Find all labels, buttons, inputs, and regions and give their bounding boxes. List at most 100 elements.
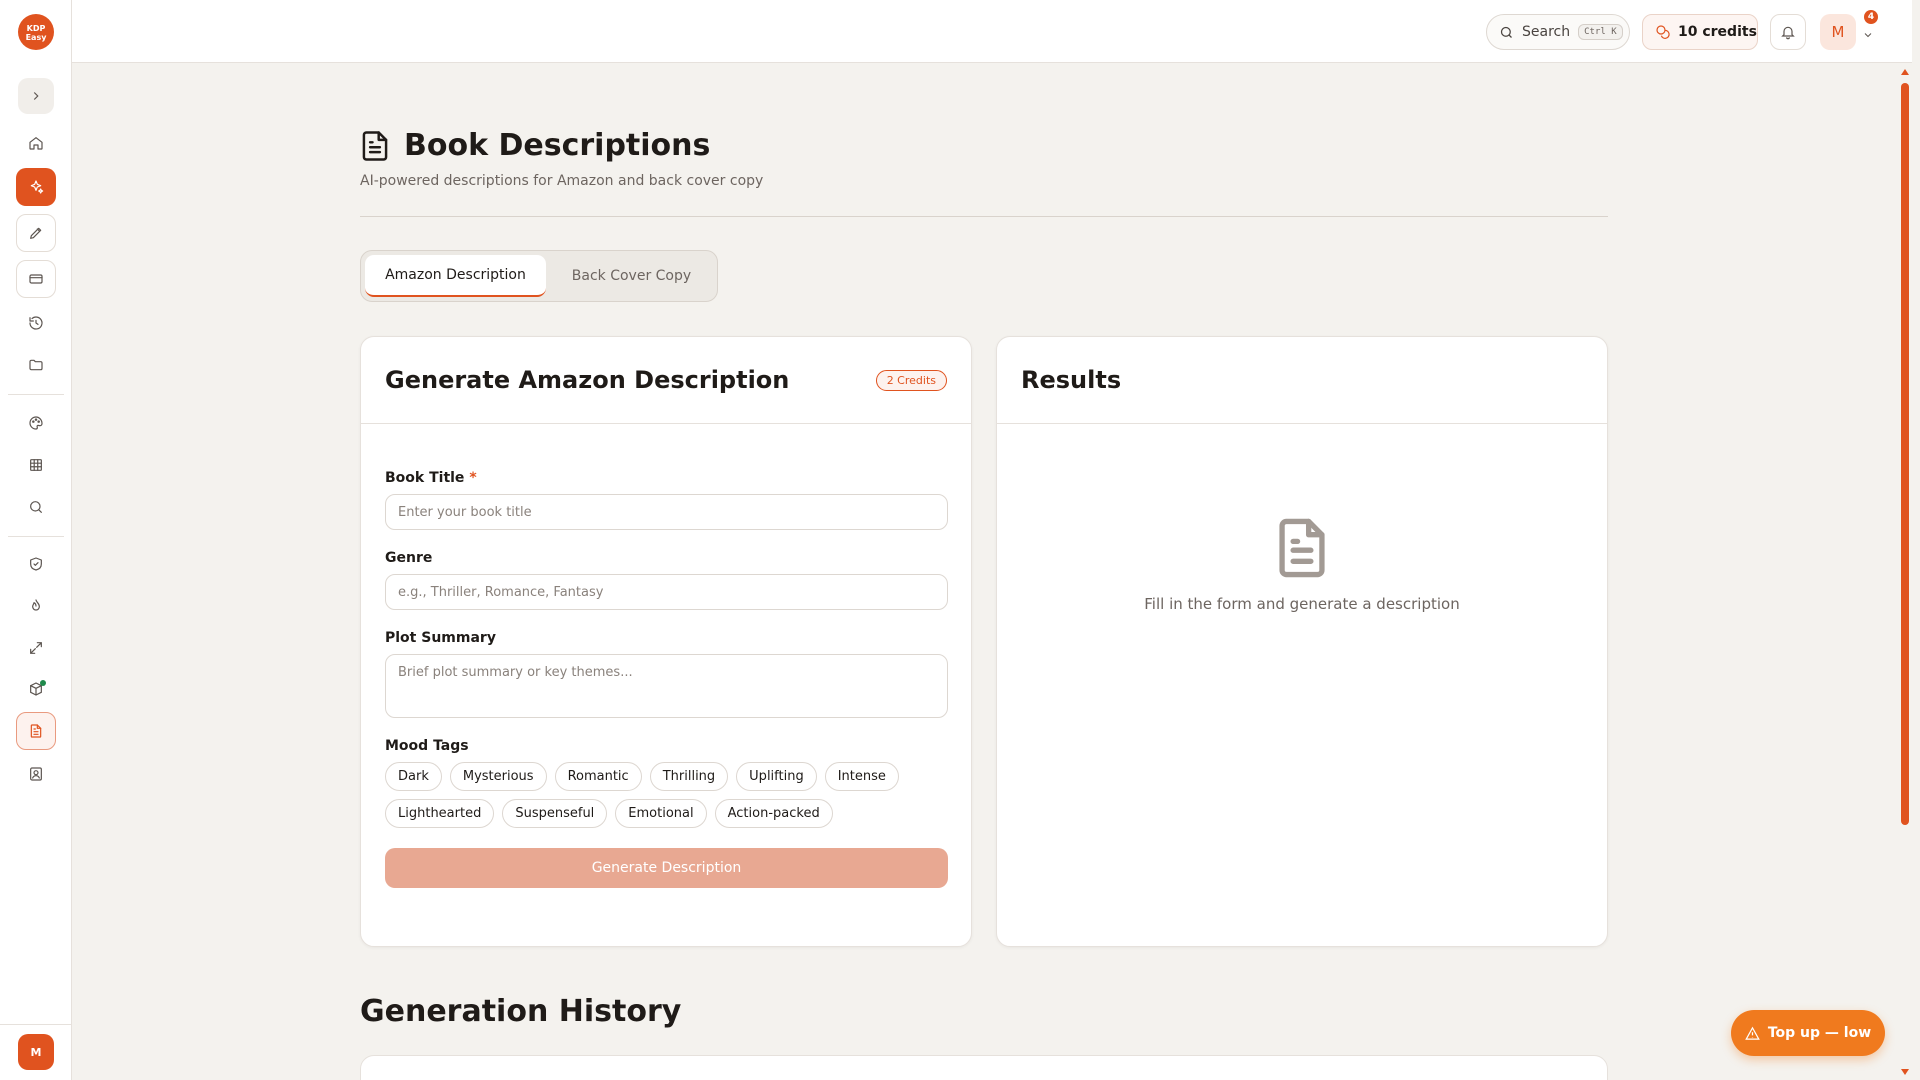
mood-tag-action-packed[interactable]: Action-packed [714,799,833,828]
form-title: Generate Amazon Description [385,366,790,394]
mood-tag-lighthearted[interactable]: Lighthearted [385,799,495,828]
sidebar-item-resize[interactable] [16,629,56,667]
mood-tag-thrilling[interactable]: Thrilling [649,762,729,791]
mood-tag-dark[interactable]: Dark [385,762,442,791]
sidebar-item-projects[interactable] [16,346,56,384]
grid-icon [30,459,42,471]
user-avatar[interactable]: M [1820,14,1856,50]
sidebar-item-history[interactable] [16,304,56,342]
sidebar-item-billing[interactable] [16,260,56,298]
generate-form-card: Generate Amazon Description 2 Credits Bo… [360,336,972,947]
header-divider [360,216,1608,217]
history-card [360,1055,1608,1080]
description-tabs: Amazon Description Back Cover Copy [360,250,718,302]
status-dot [40,680,46,686]
sidebar-item-grid[interactable] [16,446,56,484]
contact-icon [30,767,42,781]
search-icon [30,501,42,513]
plot-summary-label: Plot Summary [385,630,496,646]
page-subtitle: AI-powered descriptions for Amazon and b… [360,173,764,189]
results-card: Results Fill in the form and generate a … [996,336,1608,947]
results-empty-text: Fill in the form and generate a descript… [1144,595,1460,613]
flame-icon [32,599,40,611]
top-up-label: Top up — low [1767,1025,1872,1041]
sidebar-item-packages[interactable] [16,670,56,708]
book-title-input[interactable]: Enter your book title [385,494,948,530]
book-title-placeholder: Enter your book title [398,504,532,520]
palette-icon [29,416,43,430]
mood-tag-suspenseful[interactable]: Suspenseful [502,799,608,828]
scroll-up-arrow[interactable] [1901,69,1909,75]
warning-icon [1745,1026,1760,1040]
sidebar-item-editor[interactable] [16,214,56,252]
sidebar: KDP Easy M [0,0,72,1080]
mood-tags-list: Dark Mysterious Romantic Thrilling Uplif… [385,762,948,828]
page-header: Book Descriptions AI-powered description… [360,128,1608,189]
chevron-down-icon [1864,33,1872,38]
search-button[interactable]: Search Ctrl K [1486,14,1630,50]
sidebar-item-trademark[interactable] [16,545,56,583]
tab-back-cover-copy[interactable]: Back Cover Copy [550,255,713,297]
document-icon [30,724,42,738]
pen-icon [30,227,42,239]
sidebar-divider [8,536,64,537]
genre-input[interactable]: e.g., Thriller, Romance, Fantasy [385,574,948,610]
credits-cost-badge: 2 Credits [875,369,947,391]
sidebar-divider [8,394,64,395]
genre-label: Genre [385,550,433,566]
search-label: Search [1522,24,1571,40]
sidebar-item-research[interactable] [16,488,56,526]
sidebar-item-design[interactable] [16,404,56,442]
document-icon [362,130,388,161]
expand-icon [30,642,42,654]
required-mark: * [469,470,477,486]
plot-summary-placeholder: Brief plot summary or key themes... [398,665,633,680]
notification-badge: 4 [1864,10,1878,24]
coins-icon [1656,25,1670,39]
sidebar-item-trends[interactable] [16,587,56,625]
sidebar-item-home[interactable] [16,124,56,162]
generate-description-button[interactable]: Generate Description [385,848,948,888]
mood-tag-uplifting[interactable]: Uplifting [736,762,817,791]
bell-icon [1781,26,1795,40]
scroll-down-arrow[interactable] [1901,1069,1909,1075]
book-title-label: Book Title * [385,470,477,486]
sidebar-item-book-descriptions[interactable] [16,712,56,750]
credits-button[interactable]: 10 credits [1642,14,1758,50]
scrollbar[interactable] [1897,63,1913,1080]
mood-tags-label: Mood Tags [385,738,469,754]
home-icon [29,137,43,150]
card-icon [29,274,43,284]
sidebar-item-ai-tools[interactable] [16,168,56,206]
credits-label: 10 credits [1678,24,1757,40]
search-shortcut: Ctrl K [1578,24,1623,40]
plot-summary-textarea[interactable]: Brief plot summary or key themes... [385,654,948,718]
folder-icon [29,359,43,371]
topbar: Search Ctrl K 10 credits 4 M [72,0,1912,63]
app-logo[interactable]: KDP Easy [18,14,54,50]
mood-tag-romantic[interactable]: Romantic [554,762,642,791]
user-menu-toggle[interactable] [1862,26,1874,38]
sidebar-item-author[interactable] [16,755,56,793]
top-up-button[interactable]: Top up — low [1731,1010,1885,1056]
shield-icon [30,557,42,571]
chevron-right-icon [33,92,39,100]
genre-placeholder: e.g., Thriller, Romance, Fantasy [398,584,604,600]
generation-history-title: Generation History [360,994,682,1029]
document-icon [1279,518,1325,578]
mood-tag-emotional[interactable]: Emotional [615,799,707,828]
sidebar-avatar[interactable]: M [18,1034,54,1070]
history-icon [29,316,43,330]
sparkles-icon [30,180,44,194]
notifications-button[interactable] [1770,14,1806,50]
tab-amazon-description[interactable]: Amazon Description [365,255,546,297]
mood-tag-mysterious[interactable]: Mysterious [449,762,547,791]
scroll-thumb[interactable] [1901,83,1909,825]
page-title: Book Descriptions [404,128,711,163]
results-empty-state: Fill in the form and generate a descript… [997,517,1607,613]
sidebar-divider [0,1024,72,1025]
results-title: Results [1021,366,1122,394]
mood-tag-intense[interactable]: Intense [824,762,899,791]
search-icon [1500,26,1512,38]
sidebar-expand-button[interactable] [18,78,54,114]
